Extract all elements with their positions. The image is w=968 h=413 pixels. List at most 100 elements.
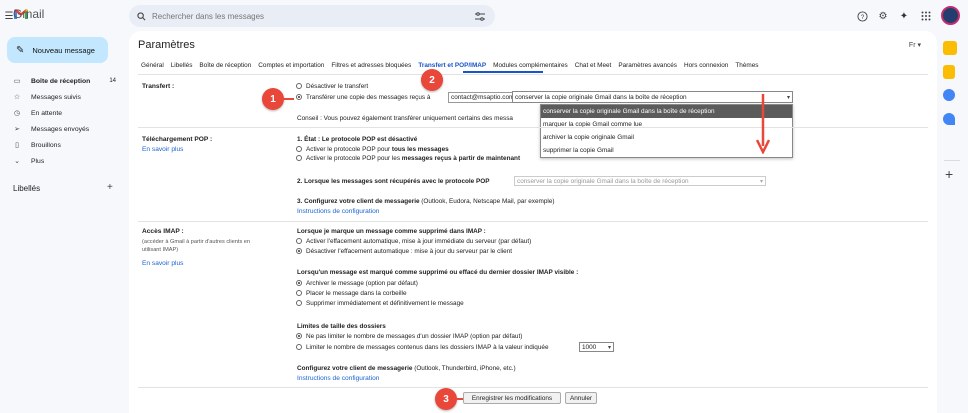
sidebar-nav: ▭ Boîte de réception 14 ☆ Messages suivis ◷…	[0, 73, 124, 169]
sidebar-item-drafts[interactable]: ▯ Brouillons	[0, 137, 124, 153]
search-bar[interactable]	[129, 5, 495, 27]
filter-options-icon[interactable]	[475, 11, 485, 21]
option-label: Activer le protocole POP pour	[306, 146, 392, 153]
radio-button[interactable]	[296, 333, 302, 339]
forward-enable-option[interactable]: Transférer une copie des messages reçus …	[296, 94, 430, 101]
compose-button[interactable]: ✎ Nouveau message	[7, 37, 108, 63]
search-input[interactable]	[152, 11, 452, 21]
gemini-sparkle-icon[interactable]: ✦	[897, 9, 911, 23]
imap-delete-option[interactable]: Supprimer immédiatement et définitivemen…	[296, 300, 464, 307]
tab-advanced[interactable]: Paramètres avancés	[618, 62, 677, 69]
question-rest: (Outlook, Eudora, Netscape Mail, par exe…	[419, 198, 555, 205]
avatar[interactable]	[941, 6, 960, 25]
top-bar: ☰ Gmail ? ⚙ ✦	[0, 0, 968, 34]
tab-filters[interactable]: Filtres et adresses bloquées	[331, 62, 411, 69]
imap-no-limit-option[interactable]: Ne pas limiter le nombre de messages d'u…	[296, 333, 522, 340]
option-label: Placer le message dans la corbeille	[306, 290, 407, 297]
draft-icon: ▯	[15, 142, 19, 149]
radio-button[interactable]	[296, 280, 302, 286]
annotation-arrow	[284, 98, 294, 100]
imap-heading-limits: Limites de taille des dossiers	[297, 323, 386, 330]
pencil-icon: ✎	[16, 44, 25, 56]
tab-offline[interactable]: Hors connexion	[684, 62, 728, 69]
tab-forwarding-pop-imap[interactable]: Transfert et POP/IMAP	[418, 62, 486, 69]
calendar-icon[interactable]	[943, 41, 957, 55]
dropdown-option[interactable]: conserver la copie originale Gmail dans …	[541, 105, 792, 118]
contacts-icon[interactable]	[943, 113, 955, 125]
dropdown-option[interactable]: marquer la copie Gmail comme lue	[541, 118, 792, 131]
radio-button[interactable]	[296, 344, 302, 350]
cancel-button[interactable]: Annuler	[565, 392, 597, 404]
question-rest: (Outlook, Thunderbird, iPhone, etc.)	[412, 365, 516, 372]
divider	[138, 387, 928, 388]
imap-expunge-off-option[interactable]: Désactiver l'effacement automatique : mi…	[296, 248, 512, 255]
gmail-logo[interactable]: Gmail	[13, 7, 44, 21]
radio-button[interactable]	[296, 83, 302, 89]
select-value: conserver la copie originale Gmail dans …	[515, 93, 687, 101]
radio-button[interactable]	[296, 238, 302, 244]
pop-action-select: conserver la copie originale Gmail dans …	[514, 176, 766, 186]
unread-count: 14	[109, 78, 116, 84]
search-icon[interactable]	[137, 11, 146, 21]
sidebar-item-snoozed[interactable]: ◷ En attente	[0, 105, 124, 121]
imap-expunge-on-option[interactable]: Activer l'effacement automatique, mise à…	[296, 238, 531, 245]
keep-icon[interactable]	[943, 65, 955, 79]
imap-heading-delete: Lorsque je marque un message comme suppr…	[297, 228, 486, 235]
tab-inbox[interactable]: Boîte de réception	[199, 62, 251, 69]
imap-instructions-link[interactable]: Instructions de configuration	[297, 375, 379, 382]
imap-sublabel: (accéder à Gmail à partir d'autres clien…	[142, 239, 251, 253]
radio-button[interactable]	[296, 146, 302, 152]
dropdown-option[interactable]: archiver la copie originale Gmail	[541, 131, 792, 144]
labels-heading: Libellés	[13, 184, 41, 193]
down-arrow-icon	[756, 94, 770, 154]
tab-labels[interactable]: Libellés	[171, 62, 193, 69]
active-tab-underline	[463, 71, 543, 73]
imap-trash-option[interactable]: Placer le message dans la corbeille	[296, 290, 407, 297]
radio-button[interactable]	[296, 290, 302, 296]
forward-action-select[interactable]: conserver la copie originale Gmail dans …	[512, 91, 793, 103]
inbox-icon: ▭	[13, 78, 21, 85]
radio-button[interactable]	[296, 155, 302, 161]
divider	[138, 74, 928, 75]
radio-button[interactable]	[296, 300, 302, 306]
tab-accounts[interactable]: Comptes et importation	[258, 62, 324, 69]
option-label: Désactiver le transfert	[306, 83, 369, 90]
forward-disable-option[interactable]: Désactiver le transfert	[296, 83, 368, 90]
sidebar-item-more[interactable]: ⌄ Plus	[0, 153, 124, 169]
forwarding-label: Transfert :	[142, 83, 175, 90]
imap-heading-expunged: Lorsqu'un message est marqué comme suppr…	[297, 269, 579, 276]
pop-learn-more-link[interactable]: En savoir plus	[142, 146, 183, 153]
tab-chat-meet[interactable]: Chat et Meet	[575, 62, 612, 69]
tab-addons[interactable]: Modules complémentaires	[493, 62, 568, 69]
settings-gear-icon[interactable]: ⚙	[876, 9, 890, 23]
imap-learn-more-link[interactable]: En savoir plus	[142, 260, 183, 267]
imap-archive-option[interactable]: Archiver le message (option par défaut)	[296, 280, 418, 287]
imap-limit-select[interactable]: 1000 ▾	[579, 342, 614, 352]
help-icon[interactable]: ?	[855, 9, 869, 23]
language-selector[interactable]: Fr ▾	[909, 41, 921, 49]
dropdown-option[interactable]: supprimer la copie Gmail	[541, 144, 792, 157]
imap-limit-option[interactable]: Limiter le nombre de messages contenus d…	[296, 344, 549, 351]
sidebar-item-sent[interactable]: ➢ Messages envoyés	[0, 121, 124, 137]
tab-themes[interactable]: Thèmes	[735, 62, 758, 69]
add-label-icon[interactable]: +	[107, 182, 113, 193]
save-changes-button[interactable]: Enregistrer les modifications	[463, 392, 561, 404]
tasks-icon[interactable]	[943, 89, 955, 101]
radio-button[interactable]	[296, 248, 302, 254]
pop-from-now-option[interactable]: Activer le protocole POP pour les messag…	[296, 155, 520, 162]
annotation-badge-1: 1	[262, 88, 284, 110]
apps-grid-icon[interactable]	[919, 9, 933, 23]
pop-all-option[interactable]: Activer le protocole POP pour tous les m…	[296, 146, 449, 153]
app-name: Gmail	[13, 7, 45, 21]
tab-general[interactable]: Général	[141, 62, 164, 69]
pop-instructions-link[interactable]: Instructions de configuration	[297, 208, 379, 215]
sidebar-item-inbox[interactable]: ▭ Boîte de réception 14	[0, 73, 124, 89]
imap-configure-client: Configurez votre client de messagerie (O…	[297, 365, 516, 372]
annotation-arrow	[457, 398, 463, 400]
sidebar-item-starred[interactable]: ☆ Messages suivis	[0, 89, 124, 105]
radio-button[interactable]	[296, 94, 302, 100]
add-addon-icon[interactable]: +	[945, 166, 953, 182]
pop-question-2: 2. Lorsque les messages sont récupérés a…	[297, 178, 490, 185]
sidebar-item-label: Boîte de réception	[31, 77, 91, 85]
divider	[138, 127, 928, 128]
